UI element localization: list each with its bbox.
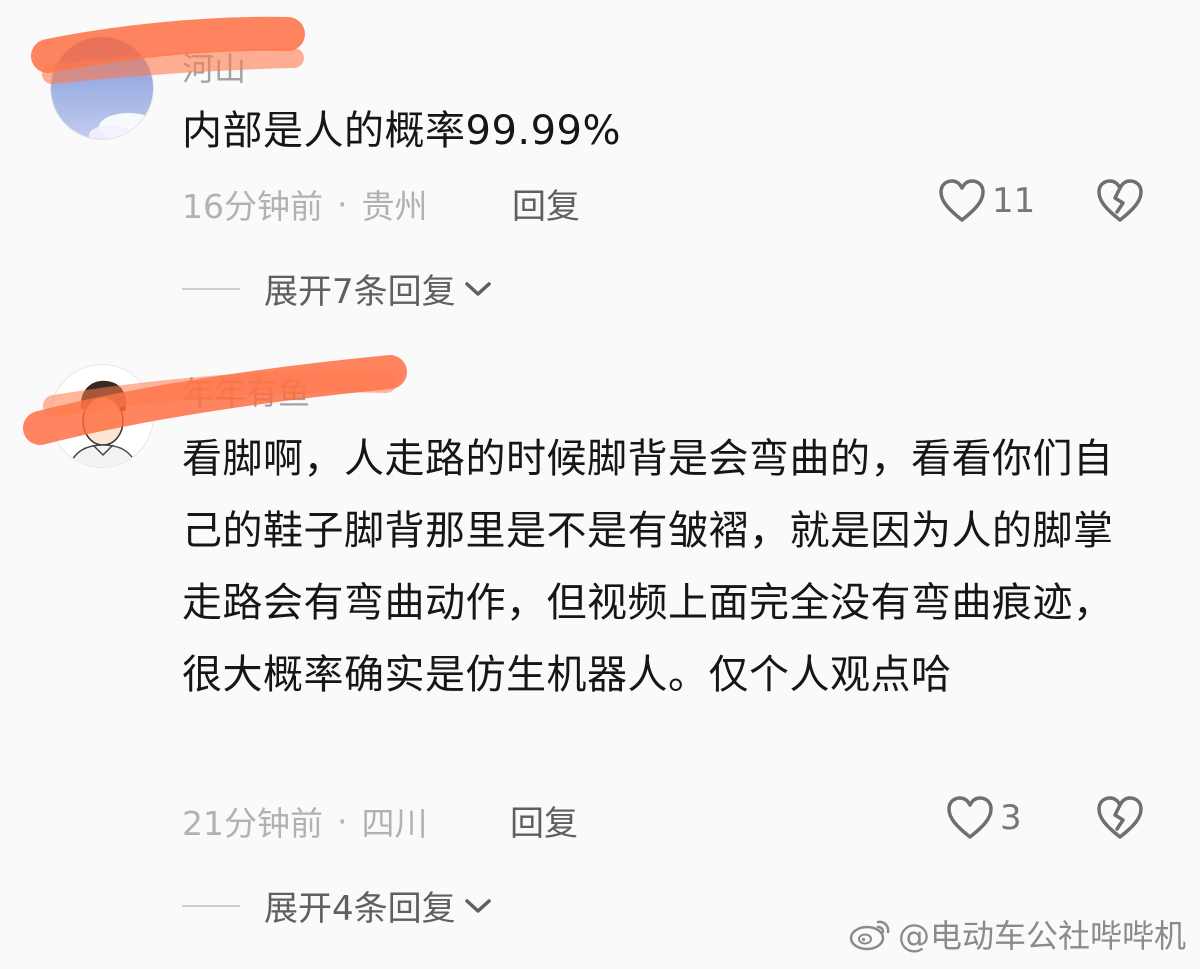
- separator: ·: [337, 801, 348, 841]
- watermark-text: @电动车公社哔哔机: [897, 917, 1186, 955]
- heart-outline-icon: [947, 796, 993, 839]
- location: 四川: [361, 804, 428, 843]
- like-button[interactable]: 11: [938, 178, 1035, 224]
- expand-replies-button[interactable]: 展开4条回复: [182, 881, 492, 930]
- comment-meta: 21分钟前 · 四川: [182, 797, 428, 845]
- expand-replies-button[interactable]: 展开7条回复: [182, 264, 492, 313]
- avatar[interactable]: [50, 364, 154, 468]
- timestamp: 16分钟前: [182, 187, 323, 226]
- timestamp: 21分钟前: [182, 804, 323, 843]
- reply-button[interactable]: 回复: [510, 796, 578, 845]
- expand-replies-label: 展开7条回复: [264, 272, 456, 312]
- location: 贵州: [361, 187, 428, 226]
- dislike-button[interactable]: [1096, 178, 1144, 228]
- like-count: 3: [1000, 798, 1022, 838]
- like-count: 11: [992, 181, 1036, 221]
- comment-text: 内部是人的概率99.99%: [182, 108, 622, 154]
- divider-line: [182, 287, 240, 290]
- chevron-down-icon: [464, 281, 491, 296]
- chevron-down-icon: [464, 898, 491, 913]
- heart-outline-icon: [939, 179, 985, 222]
- reply-button[interactable]: 回复: [512, 179, 580, 228]
- watermark: @电动车公社哔哔机: [848, 911, 1186, 957]
- separator: ·: [337, 184, 348, 224]
- avatar[interactable]: [50, 36, 154, 140]
- username[interactable]: 年年有鱼: [182, 368, 310, 414]
- like-button[interactable]: 3: [946, 795, 1022, 841]
- weibo-logo-icon: [849, 920, 890, 951]
- dislike-button[interactable]: [1096, 795, 1144, 845]
- broken-heart-icon: [1097, 179, 1143, 222]
- divider-line: [182, 904, 240, 907]
- comment-text: 看脚啊，人走路的时候脚背是会弯曲的，看看你们自己的鞋子脚背那里是不是有皱褶，就是…: [182, 436, 1114, 698]
- comment-meta: 16分钟前 · 贵州: [182, 180, 428, 228]
- expand-replies-label: 展开4条回复: [264, 889, 456, 929]
- username[interactable]: 河山: [182, 44, 246, 90]
- broken-heart-icon: [1097, 796, 1143, 839]
